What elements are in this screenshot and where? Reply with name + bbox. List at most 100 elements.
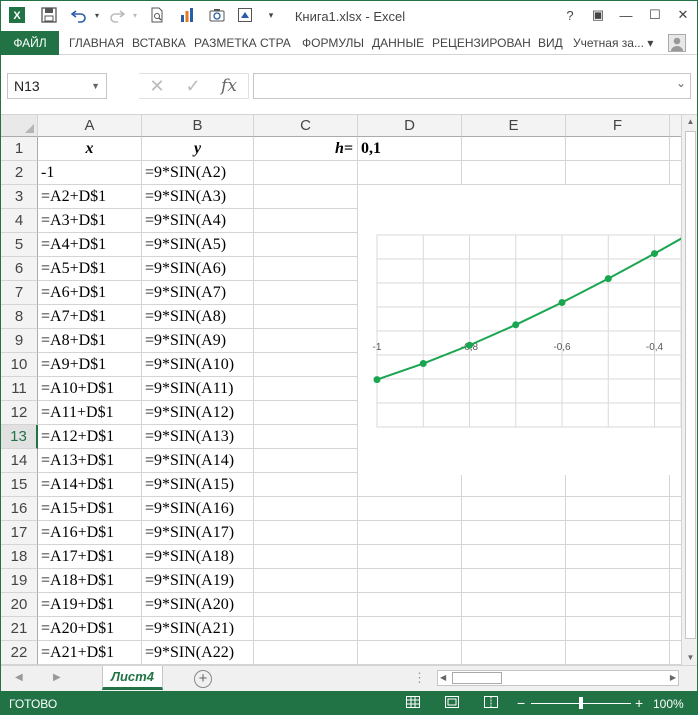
cell-f17[interactable] [566,521,670,545]
cell-c19[interactable] [254,569,358,593]
cell-g16[interactable] [670,497,681,521]
cancel-icon[interactable]: ✕ [139,76,175,97]
normal-view-icon[interactable] [405,696,421,710]
cell-b21[interactable]: =9*SIN(A21) [142,617,254,641]
cell-c9[interactable] [254,329,358,353]
cell-a16[interactable]: =A15+D$1 [38,497,142,521]
cell-a22[interactable]: =A21+D$1 [38,641,142,665]
horizontal-scrollbar[interactable]: ◀ ▶ [437,670,679,686]
cell-a7[interactable]: =A6+D$1 [38,281,142,305]
add-sheet-icon[interactable]: + [194,670,212,688]
cell-e1[interactable] [462,137,566,161]
cell-d22[interactable] [358,641,462,665]
cell-c13[interactable] [254,425,358,449]
tab-review[interactable]: РЕЦЕНЗИРОВАН [428,31,535,55]
tab-formulas[interactable]: ФОРМУЛЫ [298,31,368,55]
row-header-7[interactable]: 7 [1,281,38,305]
cell-a13[interactable]: =A12+D$1 [38,425,142,449]
user-avatar-icon[interactable] [667,33,687,53]
cell-c22[interactable] [254,641,358,665]
horizontal-scroll-thumb[interactable] [452,672,502,684]
cell-a20[interactable]: =A19+D$1 [38,593,142,617]
split-handle-icon[interactable]: ⋮ [413,670,426,686]
cell-b5[interactable]: =9*SIN(A5) [142,233,254,257]
cell-d18[interactable] [358,545,462,569]
cell-c14[interactable] [254,449,358,473]
cell-f21[interactable] [566,617,670,641]
row-header-15[interactable]: 15 [1,473,38,497]
cell-c20[interactable] [254,593,358,617]
cell-b19[interactable]: =9*SIN(A19) [142,569,254,593]
cell-a19[interactable]: =A18+D$1 [38,569,142,593]
cell-a12[interactable]: =A11+D$1 [38,401,142,425]
cell-c3[interactable] [254,185,358,209]
column-header-f[interactable]: F [566,115,670,137]
row-header-20[interactable]: 20 [1,593,38,617]
scroll-right-icon[interactable]: ▶ [670,671,676,685]
column-header-c[interactable]: C [254,115,358,137]
cell-g17[interactable] [670,521,681,545]
cell-g1[interactable] [670,137,681,161]
cell-c17[interactable] [254,521,358,545]
worksheet-grid[interactable]: A B C D E F 1 x y h= 0,1 2 -1 =9*SIN(A2) 3 =A2+D$… [1,115,681,665]
cell-c2[interactable] [254,161,358,185]
cell-b1[interactable]: y [142,137,254,161]
cell-b13[interactable]: =9*SIN(A13) [142,425,254,449]
cell-g18[interactable] [670,545,681,569]
row-header-4[interactable]: 4 [1,209,38,233]
cell-c12[interactable] [254,401,358,425]
expand-formula-bar-icon[interactable]: ⌄ [676,76,686,90]
row-header-11[interactable]: 11 [1,377,38,401]
cell-e21[interactable] [462,617,566,641]
cell-b10[interactable]: =9*SIN(A10) [142,353,254,377]
row-header-9[interactable]: 9 [1,329,38,353]
cell-c15[interactable] [254,473,358,497]
cell-a6[interactable]: =A5+D$1 [38,257,142,281]
row-header-22[interactable]: 22 [1,641,38,665]
row-header-14[interactable]: 14 [1,449,38,473]
cell-e16[interactable] [462,497,566,521]
cell-a8[interactable]: =A7+D$1 [38,305,142,329]
cell-a9[interactable]: =A8+D$1 [38,329,142,353]
sheet-prev-icon[interactable]: ◀ [15,672,23,683]
row-header-19[interactable]: 19 [1,569,38,593]
cell-c18[interactable] [254,545,358,569]
cell-b6[interactable]: =9*SIN(A6) [142,257,254,281]
cell-c21[interactable] [254,617,358,641]
cell-b7[interactable]: =9*SIN(A7) [142,281,254,305]
cell-c4[interactable] [254,209,358,233]
cell-e15[interactable] [462,473,566,497]
row-header-8[interactable]: 8 [1,305,38,329]
cell-c1[interactable]: h= [254,137,358,161]
cell-b3[interactable]: =9*SIN(A3) [142,185,254,209]
page-break-view-icon[interactable] [483,696,499,710]
cell-c6[interactable] [254,257,358,281]
cell-b18[interactable]: =9*SIN(A18) [142,545,254,569]
cell-f19[interactable] [566,569,670,593]
cell-c10[interactable] [254,353,358,377]
insert-function-icon[interactable]: fx [211,76,247,96]
zoom-out-icon[interactable]: − [517,695,525,711]
tab-home[interactable]: ГЛАВНАЯ [65,31,128,55]
cell-c16[interactable] [254,497,358,521]
cell-d17[interactable] [358,521,462,545]
cell-b4[interactable]: =9*SIN(A4) [142,209,254,233]
column-header-e[interactable]: E [462,115,566,137]
help-button[interactable]: ? [556,4,584,26]
row-header-16[interactable]: 16 [1,497,38,521]
cell-f20[interactable] [566,593,670,617]
tab-insert[interactable]: ВСТАВКА [128,31,190,55]
cell-e17[interactable] [462,521,566,545]
cell-f18[interactable] [566,545,670,569]
cell-b11[interactable]: =9*SIN(A11) [142,377,254,401]
scroll-left-icon[interactable]: ◀ [440,671,446,685]
cell-b9[interactable]: =9*SIN(A9) [142,329,254,353]
name-box[interactable]: N13 ▼ [7,73,107,99]
cell-b14[interactable]: =9*SIN(A14) [142,449,254,473]
row-header-6[interactable]: 6 [1,257,38,281]
cell-a5[interactable]: =A4+D$1 [38,233,142,257]
cell-d20[interactable] [358,593,462,617]
row-header-17[interactable]: 17 [1,521,38,545]
row-header-18[interactable]: 18 [1,545,38,569]
page-layout-view-icon[interactable] [444,696,460,710]
